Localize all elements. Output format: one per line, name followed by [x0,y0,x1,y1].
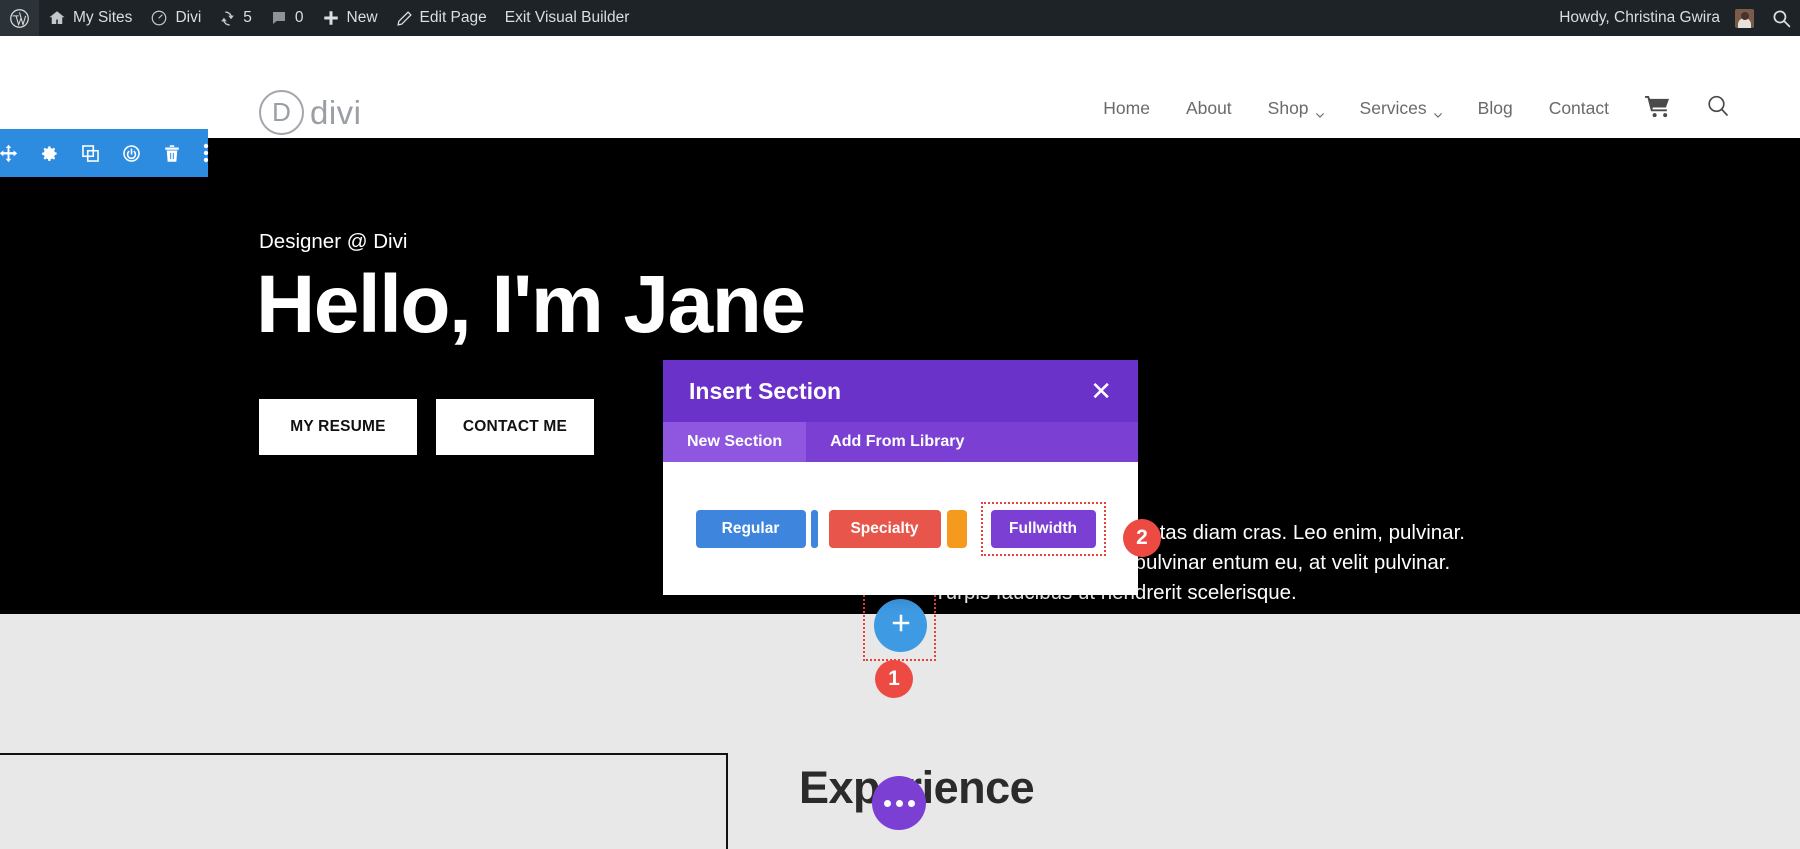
divi-icon [150,9,168,27]
trash-icon[interactable] [163,144,181,163]
new-label: New [347,9,378,27]
primary-nav: Home About Shop Services [1085,94,1748,123]
modal-title: Insert Section [689,378,841,405]
module-more-options-button[interactable] [872,776,926,830]
site-header: D divi Home About Shop Services [0,36,1800,118]
insert-section-modal: Insert Section ✕ New Section Add From Li… [663,360,1138,595]
site-logo[interactable]: D divi [259,90,362,135]
account-menu[interactable]: Howdy, Christina Gwira [1550,0,1763,36]
search-icon [1706,94,1730,123]
more-options-icon[interactable] [203,143,209,163]
comments-menu[interactable]: 0 [261,0,313,36]
wordpress-logo-icon [9,8,30,29]
my-sites-icon [48,9,66,27]
screen-root: My Sites Divi 5 [0,0,1800,849]
layout-options-row: Regular Specialty Fullwidth [696,502,1106,556]
plus-icon [322,9,340,27]
nav-item-home[interactable]: Home [1085,98,1168,119]
nav-label: Contact [1549,98,1609,119]
modal-body: Regular Specialty Fullwidth [663,462,1138,595]
hero-buttons: MY RESUME CONTACT ME [259,399,594,455]
site-logo-text: divi [310,96,362,129]
admin-search-button[interactable] [1763,0,1800,36]
nav-label: Blog [1478,98,1513,119]
close-icon[interactable]: ✕ [1090,378,1112,404]
admin-bar-left-group: My Sites Divi 5 [0,0,638,36]
avatar [1735,9,1754,28]
contact-me-button[interactable]: CONTACT ME [436,399,594,455]
comments-count: 0 [295,9,304,27]
exit-visual-builder-label: Exit Visual Builder [505,9,630,27]
site-search-button[interactable] [1688,94,1748,123]
modal-header: Insert Section ✕ [663,360,1138,422]
divi-label: Divi [175,9,201,27]
duplicate-icon[interactable] [81,144,100,163]
admin-bar-right-group: Howdy, Christina Gwira [1550,0,1800,36]
specialty-section-sliver [947,510,967,548]
add-new-section-button[interactable] [874,599,927,652]
nav-item-contact[interactable]: Contact [1531,98,1627,119]
edit-page-menu[interactable]: Edit Page [387,0,496,36]
exit-visual-builder-button[interactable]: Exit Visual Builder [496,0,639,36]
tab-new-section[interactable]: New Section [663,422,806,462]
more-options-icon [896,800,903,807]
updates-menu[interactable]: 5 [210,0,261,36]
search-icon [1772,9,1791,28]
shopping-cart-icon [1645,95,1670,123]
nav-label: About [1186,98,1232,119]
gear-icon[interactable] [40,144,59,163]
fullwidth-highlight: Fullwidth [981,502,1106,556]
wordpress-logo-menu[interactable] [0,0,39,36]
cart-button[interactable] [1627,95,1688,123]
regular-section-button[interactable]: Regular [696,510,806,548]
nav-item-services[interactable]: Services [1342,98,1460,119]
regular-section-sliver [811,510,818,548]
howdy-label: Howdy, Christina Gwira [1559,9,1720,27]
annotation-badge-2: 2 [1123,519,1161,557]
annotation-badge-1: 1 [875,660,913,698]
divi-logo-icon: D [259,90,304,135]
nav-label: Shop [1268,98,1309,119]
my-resume-button[interactable]: MY RESUME [259,399,417,455]
outlined-module-box [0,753,728,849]
chevron-down-icon [1433,104,1442,113]
nav-label: Services [1360,98,1427,119]
my-sites-label: My Sites [73,9,132,27]
more-options-icon [908,800,915,807]
nav-item-shop[interactable]: Shop [1250,98,1342,119]
divi-menu[interactable]: Divi [141,0,210,36]
nav-label: Home [1103,98,1150,119]
move-icon[interactable] [0,144,18,163]
more-options-icon [884,800,891,807]
comments-icon [270,9,288,27]
specialty-section-button[interactable]: Specialty [829,510,941,548]
hero-eyebrow: Designer @ Divi [259,230,407,254]
chevron-down-icon [1315,104,1324,113]
updates-icon [219,10,236,27]
nav-item-about[interactable]: About [1168,98,1250,119]
modal-tabs: New Section Add From Library [663,422,1138,462]
my-sites-menu[interactable]: My Sites [39,0,141,36]
updates-count: 5 [243,9,252,27]
nav-item-blog[interactable]: Blog [1460,98,1531,119]
pencil-icon [396,10,413,27]
fullwidth-section-button[interactable]: Fullwidth [991,510,1096,548]
plus-icon [890,612,912,639]
power-toggle-icon[interactable] [122,144,141,163]
hero-title: Hello, I'm Jane [256,258,804,352]
section-toolbar [0,129,208,177]
edit-page-label: Edit Page [420,9,487,27]
new-content-menu[interactable]: New [313,0,387,36]
add-section-highlight [863,588,936,661]
wp-admin-bar: My Sites Divi 5 [0,0,1800,36]
tab-add-from-library[interactable]: Add From Library [806,422,988,462]
